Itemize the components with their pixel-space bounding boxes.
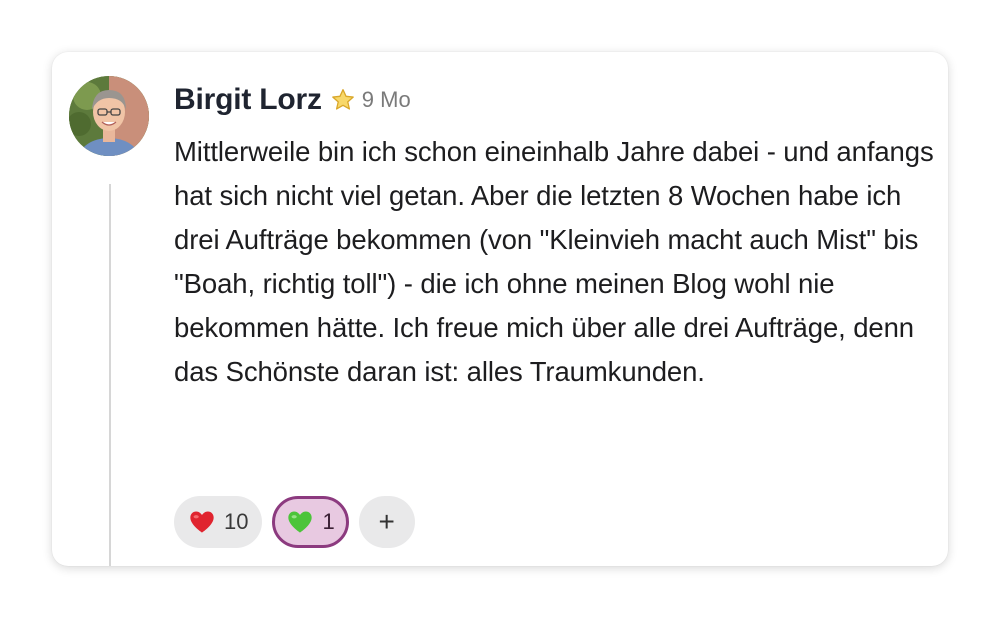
comment-header: Birgit Lorz 9 Mo — [174, 82, 411, 118]
avatar[interactable] — [69, 76, 149, 156]
add-reaction-button[interactable]: + — [358, 496, 415, 548]
star-icon — [330, 87, 356, 113]
green-heart-icon — [286, 508, 314, 536]
reaction-bar: 10 1 + — [174, 496, 415, 548]
thread-line — [109, 184, 111, 566]
avatar-photo — [69, 76, 149, 156]
reaction-count: 1 — [322, 509, 335, 534]
red-heart-icon — [188, 508, 216, 536]
reaction-green-heart[interactable]: 1 — [272, 496, 349, 548]
author-name[interactable]: Birgit Lorz — [174, 83, 322, 117]
comment-card: Birgit Lorz 9 Mo Mittlerweile bin ich sc… — [52, 52, 948, 566]
reaction-count: 10 — [224, 509, 249, 534]
comment-body: Mittlerweile bin ich schon eineinhalb Ja… — [174, 136, 934, 387]
timestamp: 9 Mo — [361, 87, 411, 112]
reaction-red-heart[interactable]: 10 — [174, 496, 263, 548]
